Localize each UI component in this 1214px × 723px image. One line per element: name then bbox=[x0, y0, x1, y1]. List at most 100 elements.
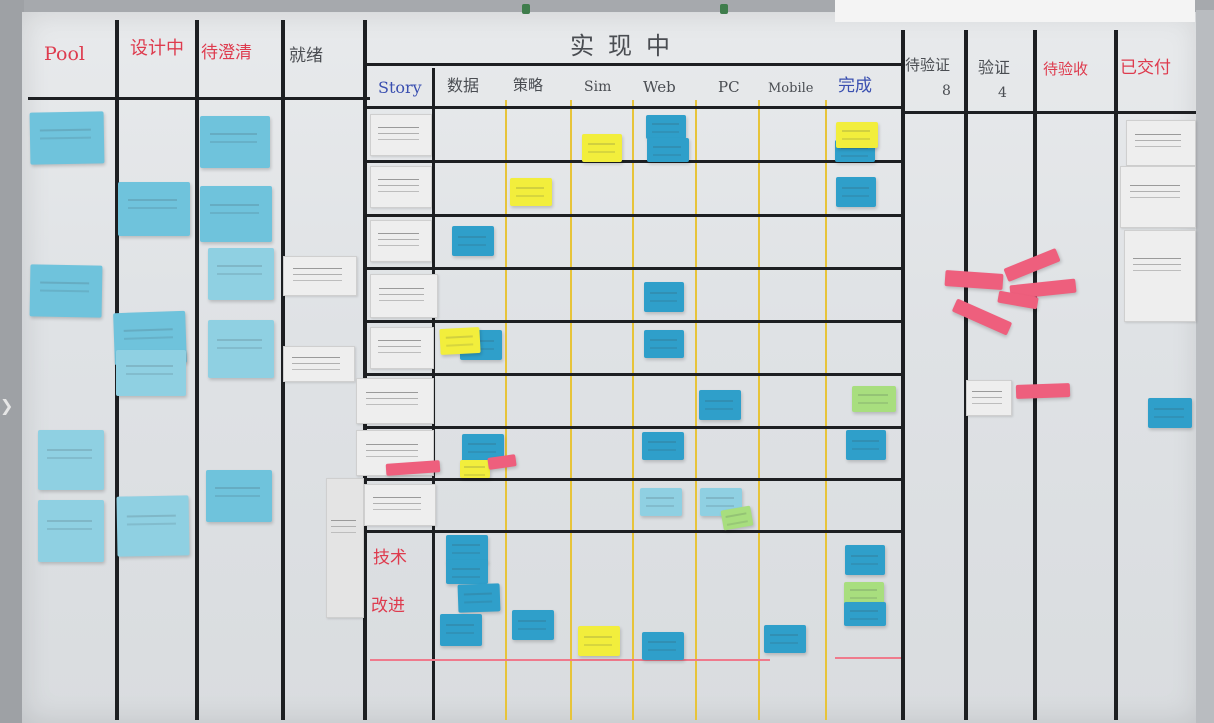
story-card bbox=[370, 114, 432, 156]
sticky-note bbox=[116, 350, 186, 396]
sticky-note bbox=[844, 602, 886, 626]
story-card bbox=[966, 380, 1012, 416]
sticky-note bbox=[644, 330, 684, 358]
sticky-note bbox=[446, 560, 488, 584]
board-frame-right bbox=[1196, 10, 1214, 723]
chevron-right-icon: ❯ bbox=[0, 396, 14, 415]
lane-divider bbox=[570, 100, 572, 720]
story-card bbox=[283, 346, 355, 382]
stage-header-sim: Sim bbox=[584, 79, 612, 95]
sticky-note bbox=[764, 625, 806, 653]
header-underline bbox=[903, 111, 1196, 114]
sticky-note bbox=[200, 186, 272, 242]
story-card bbox=[356, 378, 434, 424]
magnet-pin bbox=[522, 4, 530, 14]
limit-line bbox=[370, 659, 770, 661]
lane-divider bbox=[632, 100, 634, 720]
limit-line bbox=[835, 657, 901, 659]
column-divider bbox=[1114, 30, 1118, 720]
sticky-note bbox=[699, 390, 741, 420]
column-header-to-clarify: 待澄清 bbox=[201, 43, 252, 63]
lane-divider bbox=[505, 100, 507, 720]
column-divider bbox=[195, 20, 199, 720]
sticky-note bbox=[512, 610, 554, 640]
sticky-note bbox=[446, 535, 488, 563]
sticky-note bbox=[510, 178, 552, 206]
to-verify-count: 8 bbox=[942, 83, 951, 99]
story-card bbox=[1126, 120, 1196, 166]
column-header-verifying: 验证 bbox=[978, 58, 1011, 77]
lane-divider bbox=[758, 100, 760, 720]
sticky-flag bbox=[1015, 383, 1071, 399]
story-card bbox=[1124, 230, 1196, 322]
sticky-note bbox=[582, 134, 622, 162]
in-progress-header: 实现中 bbox=[570, 32, 684, 60]
sticky-note bbox=[208, 248, 274, 300]
sticky-note bbox=[852, 386, 896, 412]
sticky-note bbox=[836, 177, 876, 207]
stage-header-story: Story bbox=[378, 78, 422, 97]
sticky-note bbox=[642, 432, 684, 460]
sticky-note bbox=[1148, 398, 1192, 428]
sticky-note bbox=[29, 111, 105, 165]
verifying-count: 4 bbox=[998, 85, 1007, 101]
sticky-note bbox=[460, 460, 490, 478]
sticky-note bbox=[844, 582, 884, 604]
swimlane-divider bbox=[367, 214, 903, 217]
magnet-pin bbox=[720, 4, 728, 14]
stage-header-mobile: Mobile bbox=[768, 81, 814, 96]
sticky-note bbox=[644, 282, 684, 312]
board-frame-left bbox=[0, 0, 24, 723]
stage-header-strategy: 策略 bbox=[513, 76, 544, 94]
sticky-note bbox=[647, 138, 689, 162]
sticky-note bbox=[642, 632, 684, 660]
top-paper-strip bbox=[835, 0, 1195, 22]
column-divider bbox=[1033, 30, 1037, 720]
sticky-note bbox=[440, 614, 482, 646]
whiteboard-photo: ❯ Pool 设计中 待澄清 就绪 实现中 Story 数据 策略 Sim We… bbox=[0, 0, 1214, 723]
story-card bbox=[370, 274, 438, 318]
sticky-note bbox=[206, 470, 272, 522]
stage-header-pc: PC bbox=[718, 78, 740, 96]
column-header-to-verify: 待验证 bbox=[905, 56, 951, 74]
sticky-note bbox=[646, 115, 686, 139]
lane-divider bbox=[825, 100, 827, 720]
stage-header-done: 完成 bbox=[838, 76, 872, 96]
sticky-note bbox=[118, 182, 190, 236]
swimlane-divider bbox=[367, 530, 903, 533]
story-card bbox=[326, 478, 364, 618]
story-card bbox=[370, 327, 434, 369]
stage-header-web: Web bbox=[643, 78, 676, 96]
story-card bbox=[370, 220, 432, 262]
sticky-note bbox=[29, 264, 103, 318]
swimlane-divider bbox=[367, 426, 903, 429]
column-header-delivered: 已交付 bbox=[1120, 58, 1171, 78]
column-header-to-accept: 待验收 bbox=[1043, 60, 1089, 78]
sticky-note bbox=[38, 430, 104, 490]
stage-header-data: 数据 bbox=[447, 76, 480, 95]
swimlane-divider bbox=[367, 160, 903, 163]
swimlane-divider bbox=[367, 478, 903, 481]
sticky-note bbox=[836, 122, 878, 148]
lane-divider bbox=[695, 100, 697, 720]
swimlane-divider bbox=[367, 320, 903, 323]
sticky-note bbox=[452, 226, 494, 256]
header-underline bbox=[28, 97, 370, 100]
story-card bbox=[364, 484, 436, 526]
sticky-note bbox=[845, 545, 885, 575]
swimlane-divider bbox=[367, 373, 903, 376]
sticky-note bbox=[640, 488, 682, 516]
sticky-note bbox=[457, 583, 501, 613]
sticky-note bbox=[578, 626, 620, 656]
sticky-note bbox=[439, 326, 481, 356]
sticky-note bbox=[116, 495, 190, 557]
sticky-note bbox=[38, 500, 104, 562]
stage-header-underline bbox=[367, 106, 903, 109]
sticky-note bbox=[846, 430, 886, 460]
sticky-note bbox=[200, 116, 270, 168]
story-card bbox=[283, 256, 357, 296]
in-progress-underline bbox=[367, 63, 903, 66]
swimlane-divider bbox=[367, 267, 903, 270]
tech-improvement-label-line1: 技术 bbox=[373, 548, 407, 568]
column-header-ready: 就绪 bbox=[289, 46, 323, 66]
